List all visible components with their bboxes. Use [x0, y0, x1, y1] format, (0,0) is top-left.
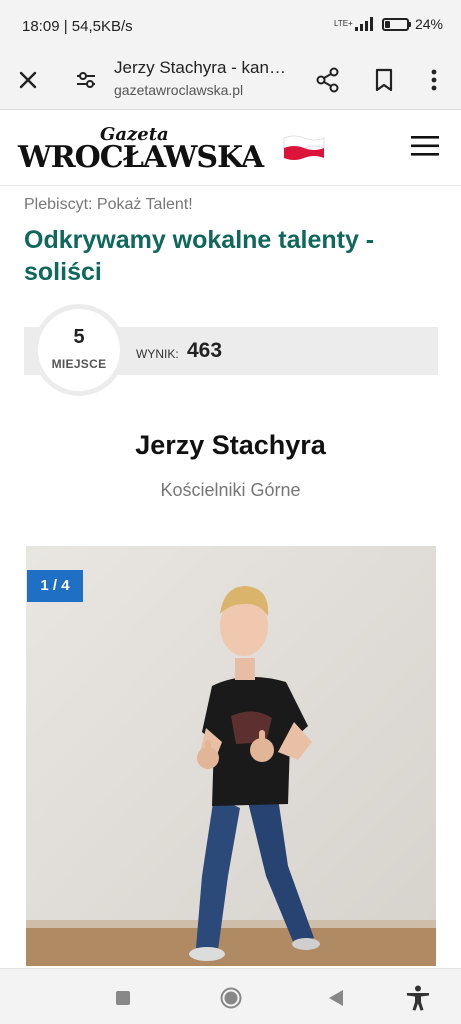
battery-percent: 24% [414, 16, 443, 32]
status-time-speed: 18:09 | 54,5KB/s [22, 18, 133, 35]
status-bar: 18:09 | 54,5KB/s LTE+ 24% [0, 0, 461, 52]
site-header: Gazeta WROCŁAWSKA [0, 110, 461, 186]
back-icon[interactable] [328, 989, 344, 1007]
battery-level [384, 20, 390, 28]
breadcrumb[interactable]: Plebiscyt: Pokaż Talent! [24, 196, 193, 214]
bookmark-icon[interactable] [370, 66, 398, 94]
more-vert-icon[interactable] [420, 66, 448, 94]
home-icon[interactable] [220, 987, 242, 1009]
rank-number: 5 [73, 326, 85, 348]
photo-illustration [26, 546, 436, 966]
browser-page-title[interactable]: Jerzy Stachyra - kan… [114, 58, 296, 78]
status-indicators: LTE+ 24% [334, 16, 443, 32]
contestant-location: Kościelniki Górne [160, 480, 301, 500]
network-type: LTE+ [333, 19, 353, 28]
recent-apps-icon[interactable] [116, 991, 130, 1005]
page-settings-icon[interactable] [72, 66, 100, 94]
site-logo[interactable]: Gazeta WROCŁAWSKA [18, 124, 338, 180]
signal-icon [354, 17, 373, 31]
system-nav-bar [0, 968, 461, 1024]
score-value: 463 [187, 339, 223, 362]
logo-wroclawska: WROCŁAWSKA [18, 140, 264, 175]
page-title: Odkrywamy wokalne talenty - soliści [24, 226, 375, 286]
contestant-name: Jerzy Stachyra [135, 430, 326, 460]
close-icon[interactable] [14, 66, 42, 94]
rank-label: MIEJSCE [51, 357, 107, 371]
accessibility-icon[interactable] [406, 985, 430, 1011]
battery-icon [381, 17, 411, 31]
browser-toolbar: Jerzy Stachyra - kan… gazetawroclawska.p… [0, 52, 461, 110]
browser-url[interactable]: gazetawroclawska.pl [114, 82, 243, 98]
score-label: WYNIK: [136, 347, 179, 361]
share-icon[interactable] [314, 66, 342, 94]
contestant-photo[interactable] [26, 546, 436, 966]
gallery-counter: 1 / 4 [27, 570, 83, 602]
rank-circle: 5 MIEJSCE [33, 304, 125, 396]
polish-flag-icon [283, 135, 325, 160]
hamburger-menu-icon[interactable] [410, 134, 440, 158]
